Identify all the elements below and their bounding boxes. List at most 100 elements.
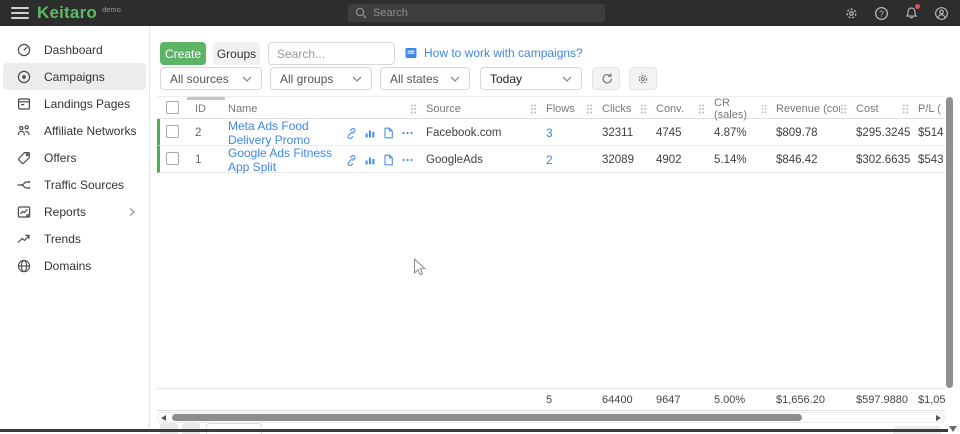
campaign-note-icon[interactable] <box>383 127 394 139</box>
sources-filter-value: All sources <box>170 72 229 86</box>
campaign-id: 2 <box>193 127 228 139</box>
demo-badge: demo <box>102 5 121 14</box>
more-actions-icon[interactable] <box>401 154 414 166</box>
sidebar: Dashboard Campaigns Landings Pages Affil… <box>0 26 150 429</box>
select-all-checkbox[interactable] <box>166 101 179 114</box>
global-search-input[interactable] <box>373 7 573 19</box>
column-header-name[interactable]: Name <box>228 97 422 121</box>
sidebar-item-label: Affiliate Networks <box>44 124 136 138</box>
row-checkbox[interactable] <box>166 152 179 165</box>
column-header-clicks[interactable]: Clicks <box>598 97 652 121</box>
sidebar-item-trends[interactable]: Trends <box>3 225 146 252</box>
sidebar-item-campaigns[interactable]: Campaigns <box>3 63 146 90</box>
row-checkbox[interactable] <box>166 125 179 138</box>
states-filter[interactable]: All states <box>380 67 470 90</box>
cr-cell: 4.87% <box>710 127 772 139</box>
table-empty-area <box>157 173 945 388</box>
create-button[interactable]: Create <box>160 42 206 65</box>
vertical-scrollbar-thumb[interactable] <box>946 97 953 388</box>
sidebar-item-label: Campaigns <box>44 70 105 84</box>
flows-link[interactable]: 3 <box>546 126 553 140</box>
revenue-cell: $846.42 <box>772 154 852 166</box>
column-drag-handle-icon[interactable] <box>530 104 537 114</box>
total-conv: 9647 <box>652 394 710 406</box>
column-drag-handle-icon[interactable] <box>761 104 767 114</box>
date-range-filter[interactable]: Today <box>480 67 582 90</box>
sidebar-item-affiliate-networks[interactable]: Affiliate Networks <box>3 117 146 144</box>
column-header-source[interactable]: Source <box>422 97 542 121</box>
conv-cell: 4902 <box>652 154 710 166</box>
chevron-down-icon <box>352 76 362 82</box>
sidebar-item-traffic-sources[interactable]: Traffic Sources <box>3 171 146 198</box>
svg-text:?: ? <box>879 8 884 18</box>
campaigns-table: ID Name Source Flows Clicks Conv. CR (sa… <box>157 96 945 411</box>
window-bottom-edge <box>0 429 948 432</box>
refresh-button[interactable] <box>592 67 620 90</box>
column-header-cost[interactable]: Cost <box>852 97 914 121</box>
sources-filter[interactable]: All sources <box>160 67 262 90</box>
column-header-revenue[interactable]: Revenue (con… <box>772 97 852 121</box>
column-header-cr-sales[interactable]: CR (sales) <box>710 97 772 121</box>
more-actions-icon[interactable] <box>401 127 414 139</box>
help-link[interactable]: How to work with campaigns? <box>405 46 583 60</box>
revenue-cell: $809.78 <box>772 127 852 139</box>
help-icon[interactable]: ? <box>872 4 890 22</box>
horizontal-scrollbar-thumb[interactable] <box>172 414 802 421</box>
campaign-search-input[interactable] <box>268 42 395 65</box>
table-header-row: ID Name Source Flows Clicks Conv. CR (sa… <box>157 96 945 119</box>
column-header-flows[interactable]: Flows <box>542 97 598 121</box>
total-revenue: $1,656.20 <box>772 394 852 406</box>
pl-cell: $543 <box>914 154 945 166</box>
scroll-right-arrow[interactable] <box>936 415 941 421</box>
column-header-id[interactable]: ID <box>193 103 228 115</box>
search-icon <box>355 7 367 19</box>
sidebar-item-label: Landings Pages <box>44 97 130 111</box>
flows-link[interactable]: 2 <box>546 153 553 167</box>
column-header-conv[interactable]: Conv. <box>652 97 710 121</box>
help-link-label: How to work with campaigns? <box>424 46 583 60</box>
sidebar-item-landings-pages[interactable]: Landings Pages <box>3 90 146 117</box>
sidebar-item-reports[interactable]: Reports <box>3 198 146 225</box>
campaign-link-icon[interactable] <box>345 127 357 139</box>
column-drag-handle-icon[interactable] <box>410 104 417 114</box>
sidebar-item-dashboard[interactable]: Dashboard <box>3 36 146 63</box>
sidebar-item-offers[interactable]: Offers <box>3 144 146 171</box>
column-header-pl[interactable]: P/L ( <box>914 103 945 115</box>
clicks-cell: 32311 <box>598 127 652 139</box>
states-filter-value: All states <box>390 72 439 86</box>
chevron-down-icon <box>242 76 252 82</box>
column-drag-handle-icon[interactable] <box>840 104 847 114</box>
notifications-bell-icon[interactable] <box>902 4 920 22</box>
total-flows: 5 <box>542 394 598 406</box>
campaign-stats-icon[interactable] <box>364 127 376 139</box>
column-drag-handle-icon[interactable] <box>902 104 909 114</box>
campaign-link-icon[interactable] <box>345 154 357 166</box>
campaign-name-link[interactable]: Meta Ads Food Delivery Promo <box>228 119 345 147</box>
table-row: 2 Meta Ads Food Delivery Promo Facebook.… <box>157 119 945 146</box>
vertical-scrollbar <box>946 97 953 393</box>
settings-icon[interactable] <box>842 4 860 22</box>
column-drag-handle-icon[interactable] <box>640 104 647 114</box>
cost-cell: $302.6635 <box>852 154 914 166</box>
traffic-sources-icon <box>16 177 32 193</box>
groups-button[interactable]: Groups <box>213 42 260 65</box>
hamburger-menu-icon[interactable] <box>11 7 29 19</box>
table-settings-button[interactable] <box>629 67 657 90</box>
table-row: 1 Google Ads Fitness App Split GoogleAds… <box>157 146 945 173</box>
column-drag-handle-icon[interactable] <box>586 104 593 114</box>
global-search[interactable] <box>348 4 605 22</box>
total-pl: $1,05 <box>914 394 945 406</box>
groups-filter[interactable]: All groups <box>270 67 372 90</box>
date-range-value: Today <box>490 72 522 86</box>
scroll-left-arrow[interactable] <box>161 415 166 421</box>
column-drag-handle-icon[interactable] <box>698 104 705 114</box>
campaign-stats-icon[interactable] <box>364 154 376 166</box>
sidebar-item-domains[interactable]: Domains <box>3 252 146 279</box>
affiliate-networks-icon <box>16 123 32 139</box>
pl-cell: $514 <box>914 127 945 139</box>
user-avatar-icon[interactable] <box>932 4 950 22</box>
groups-filter-value: All groups <box>280 72 333 86</box>
campaign-note-icon[interactable] <box>383 154 394 166</box>
scroll-corner-indicator <box>949 426 957 432</box>
campaign-name-link[interactable]: Google Ads Fitness App Split <box>228 146 345 174</box>
